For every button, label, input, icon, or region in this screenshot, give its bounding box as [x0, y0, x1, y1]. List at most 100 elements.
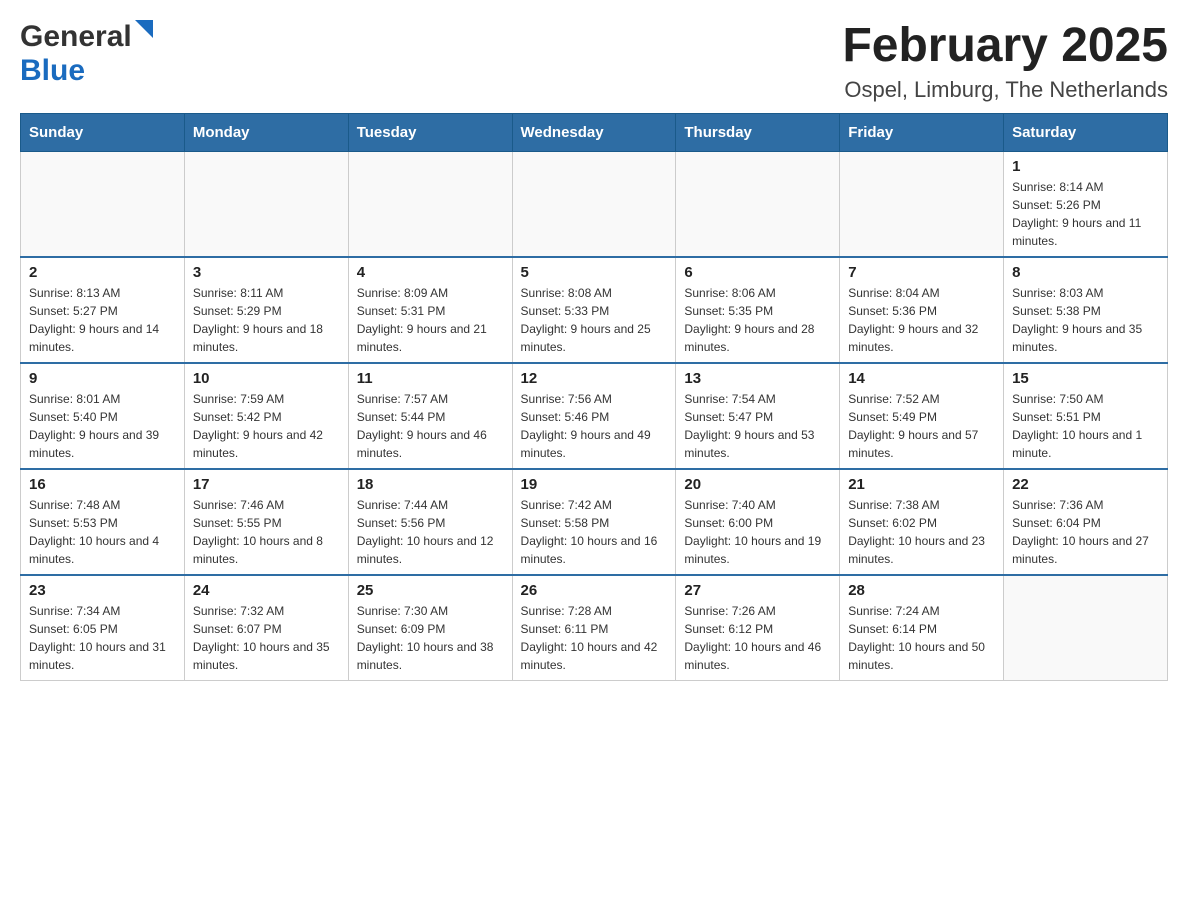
calendar-week-row: 23 Sunrise: 7:34 AMSunset: 6:05 PMDayligh… — [21, 575, 1168, 681]
calendar-day-cell: 16 Sunrise: 7:48 AMSunset: 5:53 PMDayligh… — [21, 469, 185, 575]
day-info: Sunrise: 7:36 AMSunset: 6:04 PMDaylight:… — [1012, 496, 1159, 568]
day-info: Sunrise: 7:40 AMSunset: 6:00 PMDaylight:… — [684, 496, 831, 568]
calendar-week-row: 16 Sunrise: 7:48 AMSunset: 5:53 PMDayligh… — [21, 469, 1168, 575]
day-number: 26 — [521, 582, 668, 599]
day-number: 16 — [29, 476, 176, 493]
calendar-day-cell: 27 Sunrise: 7:26 AMSunset: 6:12 PMDayligh… — [676, 575, 840, 681]
day-info: Sunrise: 7:52 AMSunset: 5:49 PMDaylight:… — [848, 390, 995, 462]
day-number: 8 — [1012, 264, 1159, 281]
calendar-day-cell: 24 Sunrise: 7:32 AMSunset: 6:07 PMDayligh… — [184, 575, 348, 681]
day-info: Sunrise: 7:59 AMSunset: 5:42 PMDaylight:… — [193, 390, 340, 462]
calendar-day-cell: 5 Sunrise: 8:08 AMSunset: 5:33 PMDaylight… — [512, 257, 676, 363]
calendar-day-cell: 13 Sunrise: 7:54 AMSunset: 5:47 PMDayligh… — [676, 363, 840, 469]
calendar-day-cell: 25 Sunrise: 7:30 AMSunset: 6:09 PMDayligh… — [348, 575, 512, 681]
day-info: Sunrise: 7:24 AMSunset: 6:14 PMDaylight:… — [848, 602, 995, 674]
day-number: 25 — [357, 582, 504, 599]
day-info: Sunrise: 8:08 AMSunset: 5:33 PMDaylight:… — [521, 284, 668, 356]
day-number: 20 — [684, 476, 831, 493]
calendar-day-cell: 14Sunrise: 7:52 AMSunset: 5:49 PMDayligh… — [840, 363, 1004, 469]
day-info: Sunrise: 7:56 AMSunset: 5:46 PMDaylight:… — [521, 390, 668, 462]
calendar-day-cell: 3Sunrise: 8:11 AMSunset: 5:29 PMDaylight… — [184, 257, 348, 363]
day-of-week-header: Tuesday — [348, 113, 512, 151]
day-number: 10 — [193, 370, 340, 387]
day-number: 3 — [193, 264, 340, 281]
day-number: 9 — [29, 370, 176, 387]
day-info: Sunrise: 7:44 AMSunset: 5:56 PMDaylight:… — [357, 496, 504, 568]
day-info: Sunrise: 8:04 AMSunset: 5:36 PMDaylight:… — [848, 284, 995, 356]
day-number: 23 — [29, 582, 176, 599]
logo: General Blue — [20, 20, 153, 88]
day-info: Sunrise: 8:14 AMSunset: 5:26 PMDaylight:… — [1012, 178, 1159, 250]
day-of-week-header: Sunday — [21, 113, 185, 151]
day-of-week-header: Thursday — [676, 113, 840, 151]
title-section: February 2025 Ospel, Limburg, The Nether… — [842, 20, 1168, 103]
calendar-day-cell: 4 Sunrise: 8:09 AMSunset: 5:31 PMDaylight… — [348, 257, 512, 363]
calendar-day-cell: 28 Sunrise: 7:24 AMSunset: 6:14 PMDayligh… — [840, 575, 1004, 681]
calendar-week-row: 9 Sunrise: 8:01 AMSunset: 5:40 PMDaylight… — [21, 363, 1168, 469]
page-header: General Blue February 2025 Ospel, Limbur… — [20, 20, 1168, 103]
calendar-table: SundayMondayTuesdayWednesdayThursdayFrid… — [20, 113, 1168, 681]
day-number: 13 — [684, 370, 831, 387]
day-number: 11 — [357, 370, 504, 387]
calendar-day-cell: 8Sunrise: 8:03 AMSunset: 5:38 PMDaylight… — [1004, 257, 1168, 363]
day-number: 1 — [1012, 158, 1159, 175]
day-number: 4 — [357, 264, 504, 281]
day-info: Sunrise: 8:09 AMSunset: 5:31 PMDaylight:… — [357, 284, 504, 356]
calendar-day-cell: 15Sunrise: 7:50 AMSunset: 5:51 PMDayligh… — [1004, 363, 1168, 469]
calendar-day-cell: 7 Sunrise: 8:04 AMSunset: 5:36 PMDaylight… — [840, 257, 1004, 363]
day-of-week-header: Wednesday — [512, 113, 676, 151]
calendar-day-cell: 20 Sunrise: 7:40 AMSunset: 6:00 PMDayligh… — [676, 469, 840, 575]
day-info: Sunrise: 7:48 AMSunset: 5:53 PMDaylight:… — [29, 496, 176, 568]
day-of-week-header: Friday — [840, 113, 1004, 151]
calendar-day-cell: 18Sunrise: 7:44 AMSunset: 5:56 PMDayligh… — [348, 469, 512, 575]
calendar-day-cell: 11 Sunrise: 7:57 AMSunset: 5:44 PMDayligh… — [348, 363, 512, 469]
calendar-day-cell: 19 Sunrise: 7:42 AMSunset: 5:58 PMDayligh… — [512, 469, 676, 575]
month-title: February 2025 — [842, 20, 1168, 73]
calendar-header-row: SundayMondayTuesdayWednesdayThursdayFrid… — [21, 113, 1168, 151]
day-info: Sunrise: 7:26 AMSunset: 6:12 PMDaylight:… — [684, 602, 831, 674]
calendar-day-cell: 2Sunrise: 8:13 AMSunset: 5:27 PMDaylight… — [21, 257, 185, 363]
day-number: 12 — [521, 370, 668, 387]
calendar-day-cell: 26 Sunrise: 7:28 AMSunset: 6:11 PMDayligh… — [512, 575, 676, 681]
logo-general-text: General — [20, 20, 132, 54]
day-number: 24 — [193, 582, 340, 599]
day-number: 27 — [684, 582, 831, 599]
calendar-week-row: 1 Sunrise: 8:14 AMSunset: 5:26 PMDaylight… — [21, 151, 1168, 257]
calendar-day-cell — [840, 151, 1004, 257]
day-number: 17 — [193, 476, 340, 493]
day-number: 28 — [848, 582, 995, 599]
calendar-day-cell: 6 Sunrise: 8:06 AMSunset: 5:35 PMDaylight… — [676, 257, 840, 363]
calendar-day-cell — [512, 151, 676, 257]
day-info: Sunrise: 8:06 AMSunset: 5:35 PMDaylight:… — [684, 284, 831, 356]
day-of-week-header: Saturday — [1004, 113, 1168, 151]
day-info: Sunrise: 7:54 AMSunset: 5:47 PMDaylight:… — [684, 390, 831, 462]
calendar-day-cell — [676, 151, 840, 257]
day-info: Sunrise: 7:28 AMSunset: 6:11 PMDaylight:… — [521, 602, 668, 674]
day-info: Sunrise: 7:50 AMSunset: 5:51 PMDaylight:… — [1012, 390, 1159, 462]
calendar-day-cell: 1 Sunrise: 8:14 AMSunset: 5:26 PMDaylight… — [1004, 151, 1168, 257]
calendar-day-cell: 23 Sunrise: 7:34 AMSunset: 6:05 PMDayligh… — [21, 575, 185, 681]
logo-blue-text: Blue — [20, 54, 85, 87]
day-number: 6 — [684, 264, 831, 281]
calendar-day-cell: 17Sunrise: 7:46 AMSunset: 5:55 PMDayligh… — [184, 469, 348, 575]
calendar-day-cell — [184, 151, 348, 257]
day-info: Sunrise: 7:42 AMSunset: 5:58 PMDaylight:… — [521, 496, 668, 568]
day-number: 7 — [848, 264, 995, 281]
day-number: 22 — [1012, 476, 1159, 493]
day-number: 5 — [521, 264, 668, 281]
day-info: Sunrise: 7:57 AMSunset: 5:44 PMDaylight:… — [357, 390, 504, 462]
day-info: Sunrise: 8:01 AMSunset: 5:40 PMDaylight:… — [29, 390, 176, 462]
calendar-day-cell: 10 Sunrise: 7:59 AMSunset: 5:42 PMDayligh… — [184, 363, 348, 469]
day-number: 19 — [521, 476, 668, 493]
calendar-day-cell: 12 Sunrise: 7:56 AMSunset: 5:46 PMDayligh… — [512, 363, 676, 469]
calendar-day-cell: 21Sunrise: 7:38 AMSunset: 6:02 PMDayligh… — [840, 469, 1004, 575]
calendar-day-cell: 9 Sunrise: 8:01 AMSunset: 5:40 PMDaylight… — [21, 363, 185, 469]
calendar-day-cell — [348, 151, 512, 257]
day-info: Sunrise: 7:32 AMSunset: 6:07 PMDaylight:… — [193, 602, 340, 674]
day-info: Sunrise: 7:38 AMSunset: 6:02 PMDaylight:… — [848, 496, 995, 568]
logo-triangle-icon — [135, 20, 153, 43]
day-info: Sunrise: 7:34 AMSunset: 6:05 PMDaylight:… — [29, 602, 176, 674]
calendar-week-row: 2Sunrise: 8:13 AMSunset: 5:27 PMDaylight… — [21, 257, 1168, 363]
day-info: Sunrise: 7:30 AMSunset: 6:09 PMDaylight:… — [357, 602, 504, 674]
calendar-day-cell — [1004, 575, 1168, 681]
